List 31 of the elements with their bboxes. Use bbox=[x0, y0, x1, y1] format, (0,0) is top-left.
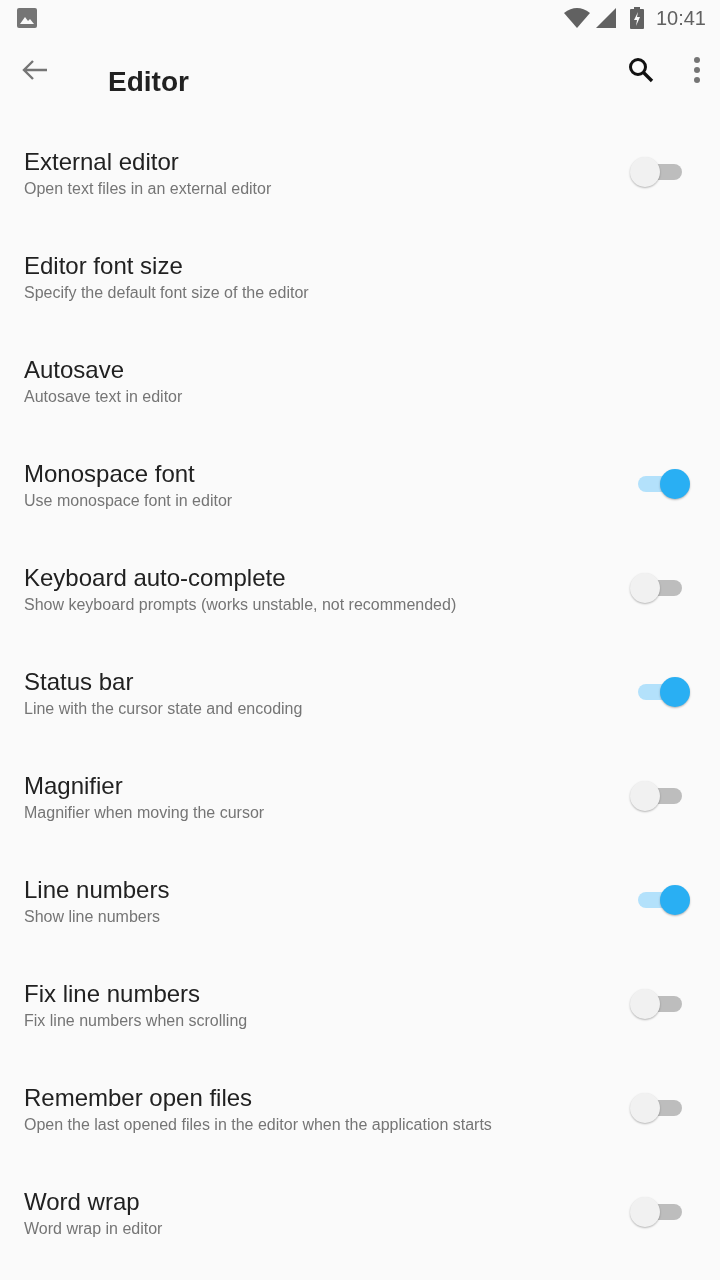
setting-title: Remember open files bbox=[24, 1084, 254, 1112]
wifi-icon bbox=[563, 8, 590, 28]
setting-title: External editor bbox=[24, 148, 180, 176]
screen-title: Editor bbox=[108, 66, 189, 98]
setting-description: Open the last opened files in the editor when the application starts bbox=[24, 1115, 493, 1135]
setting-description: Use monospace font in editor bbox=[24, 491, 234, 511]
setting-description: Show line numbers bbox=[24, 907, 162, 927]
setting-description: Autosave text in editor bbox=[24, 387, 184, 407]
more-vertical-icon bbox=[694, 57, 700, 83]
setting-description: Fix line numbers when scrolling bbox=[24, 1011, 249, 1031]
setting-title: Word wrap bbox=[24, 1188, 141, 1216]
setting-description: Line with the cursor state and encoding bbox=[24, 699, 304, 719]
setting-title: Editor font size bbox=[24, 252, 184, 280]
setting-description: Show keyboard prompts (works unstable, not recommended) bbox=[24, 595, 458, 615]
setting-title: Autosave bbox=[24, 356, 126, 384]
image-icon bbox=[17, 8, 37, 28]
setting-description: Open text files in an external editor bbox=[24, 179, 273, 199]
setting-description: Specify the default font size of the editor bbox=[24, 283, 310, 303]
setting-title: Status bar bbox=[24, 668, 135, 696]
setting-description: Word wrap in editor bbox=[24, 1219, 164, 1239]
battery-charging-icon bbox=[629, 7, 644, 29]
setting-title: Monospace font bbox=[24, 460, 196, 488]
setting-title: Fix line numbers bbox=[24, 980, 202, 1008]
setting-title: Line numbers bbox=[24, 876, 171, 904]
arrow-left-icon bbox=[22, 59, 48, 81]
signal-icon bbox=[595, 8, 616, 28]
setting-description: Magnifier when moving the cursor bbox=[24, 803, 266, 823]
search-icon bbox=[628, 57, 654, 83]
setting-title: Magnifier bbox=[24, 772, 124, 800]
setting-title: Keyboard auto-complete bbox=[24, 564, 287, 592]
status-time: 10:41 bbox=[655, 6, 706, 30]
